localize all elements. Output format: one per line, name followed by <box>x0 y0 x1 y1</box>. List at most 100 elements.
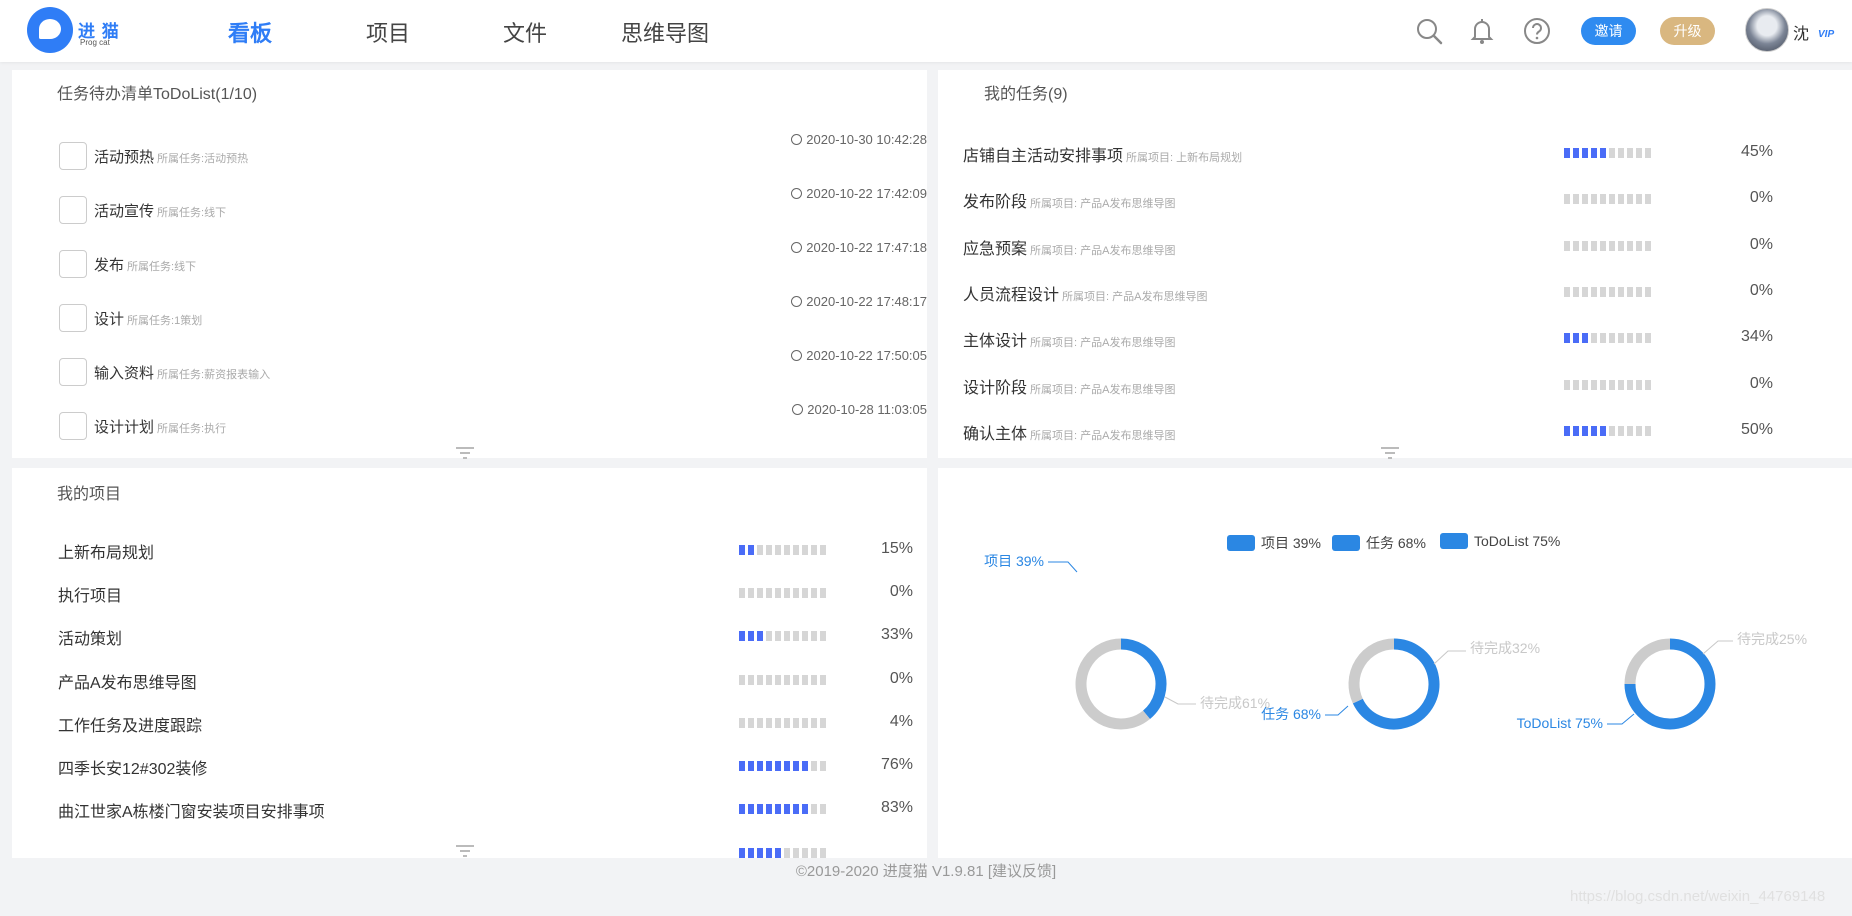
task-title: 店铺自主活动安排事项 <box>963 148 1124 165</box>
task-percent: 50% <box>1740 420 1773 438</box>
progress-segment <box>784 545 790 555</box>
task-name: 应急预案 所属项目: 产品A发布思维导图 <box>963 235 1175 259</box>
project-name: 执行项目 <box>58 588 123 606</box>
todo-item: 设计计划 所属任务:执行 2020-10-28 11:03:05 <box>47 402 927 442</box>
task-row[interactable]: 店铺自主活动安排事项 所属项目: 上新布局规划 45% <box>963 130 1843 170</box>
bell-icon[interactable] <box>1468 17 1496 45</box>
upgrade-button[interactable]: 升级 <box>1660 17 1715 45</box>
task-row[interactable]: 应急预案 所属项目: 产品A发布思维导图 0% <box>963 223 1843 263</box>
progress-segment <box>748 674 754 685</box>
progress-segment <box>1645 425 1651 436</box>
nav-projects[interactable]: 项目 <box>366 16 410 48</box>
progress-segment <box>1573 333 1579 344</box>
task-name: 确认主体 所属项目: 产品A发布思维导图 <box>963 420 1175 444</box>
filter-icon[interactable] <box>455 844 475 858</box>
progress-segment <box>757 588 763 599</box>
invite-button[interactable]: 邀请 <box>1581 17 1636 45</box>
project-row[interactable]: 上新布局规划 15% <box>47 531 927 567</box>
project-row-partial[interactable] <box>47 834 927 858</box>
progress-segment <box>784 804 790 815</box>
todo-name[interactable]: 设计计划 所属任务:执行 <box>94 416 226 437</box>
nav-dashboard[interactable]: 看板 <box>228 16 272 48</box>
avatar[interactable] <box>1745 8 1789 52</box>
progress-segment <box>1582 194 1588 205</box>
filter-icon[interactable] <box>1380 446 1400 460</box>
progress-bar <box>1564 379 1651 390</box>
project-row[interactable]: 四季长安12#302装修 76% <box>47 747 927 783</box>
progress-segment <box>1582 333 1588 344</box>
donut-todo-slice[interactable] <box>1624 638 1671 685</box>
task-percent: 0% <box>1749 235 1773 253</box>
progress-segment <box>820 588 826 599</box>
donut-todo-slice[interactable] <box>1348 638 1395 704</box>
progress-segment <box>748 545 754 555</box>
nav-mindmap[interactable]: 思维导图 <box>621 16 709 48</box>
label-leader-line <box>1702 640 1733 655</box>
progress-segment <box>811 717 817 728</box>
task-name: 人员流程设计 所属项目: 产品A发布思维导图 <box>963 281 1207 305</box>
progress-segment <box>1627 148 1633 158</box>
todo-name[interactable]: 设计 所属任务:1策划 <box>94 308 202 329</box>
todo-checkbox[interactable] <box>59 250 87 278</box>
progress-segment <box>784 848 790 858</box>
progress-bar <box>1564 286 1651 297</box>
task-percent: 0% <box>1749 189 1773 207</box>
todo-timestamp: 2020-10-22 17:47:18 <box>791 240 927 255</box>
todo-name[interactable]: 活动宣传 所属任务:线下 <box>94 200 226 221</box>
project-row[interactable]: 执行项目 0% <box>47 574 927 610</box>
progress-segment <box>766 631 772 642</box>
project-row[interactable]: 活动策划 33% <box>47 617 927 653</box>
project-name: 活动策划 <box>58 631 123 649</box>
search-icon[interactable] <box>1415 17 1443 45</box>
todo-timestamp: 2020-10-28 11:03:05 <box>792 402 927 417</box>
project-percent: 4% <box>889 712 913 730</box>
todo-checkbox[interactable] <box>59 412 87 440</box>
todo-parent-task: 所属任务:线下 <box>157 207 227 219</box>
todo-title: 输入资料 <box>94 365 155 382</box>
project-name: 四季长安12#302装修 <box>58 761 208 778</box>
task-title: 设计阶段 <box>963 379 1028 397</box>
donut-todo-slice[interactable] <box>1075 638 1150 730</box>
project-row[interactable]: 产品A发布思维导图 0% <box>47 661 927 697</box>
todo-name[interactable]: 输入资料 所属任务:薪资报表输入 <box>94 362 270 383</box>
my-projects-panel: 我的项目 上新布局规划 15% 执行项目 0% 活动策划 33% 产品A发布思维导图 0% 工作… <box>12 468 927 858</box>
progress-segment <box>820 674 826 685</box>
clock-icon <box>792 404 804 415</box>
progress-bar <box>1564 333 1651 344</box>
task-row[interactable]: 人员流程设计 所属项目: 产品A发布思维导图 0% <box>963 269 1843 309</box>
task-row[interactable]: 确认主体 所属项目: 产品A发布思维导图 50% <box>963 408 1843 448</box>
progress-segment <box>1645 333 1651 344</box>
progress-segment <box>802 674 808 685</box>
todo-title: 活动预热 <box>94 149 155 166</box>
progress-segment <box>739 717 745 728</box>
project-row[interactable]: 曲江世家A栋楼门窗安装项目安排事项 83% <box>47 790 927 826</box>
progress-segment <box>775 717 781 728</box>
project-row[interactable]: 工作任务及进度跟踪 4% <box>47 704 927 740</box>
progress-segment <box>1591 425 1597 436</box>
logo-icon[interactable] <box>27 7 73 53</box>
task-row[interactable]: 发布阶段 所属项目: 产品A发布思维导图 0% <box>963 176 1843 216</box>
filter-icon[interactable] <box>455 446 475 460</box>
todo-checkbox[interactable] <box>59 142 87 170</box>
todo-name[interactable]: 活动预热 所属任务:活动预热 <box>94 146 248 167</box>
progress-segment <box>1600 240 1606 251</box>
task-row[interactable]: 主体设计 所属项目: 产品A发布思维导图 34% <box>963 315 1843 355</box>
todo-parent-task: 所属任务:1策划 <box>127 315 203 327</box>
progress-segment <box>1564 333 1570 344</box>
todo-checkbox[interactable] <box>59 358 87 386</box>
progress-segment <box>775 545 781 555</box>
todo-name[interactable]: 发布 所属任务:线下 <box>94 254 196 275</box>
todo-checkbox[interactable] <box>59 196 87 224</box>
donut-done-slice[interactable] <box>1120 638 1167 720</box>
progress-bar <box>739 631 826 642</box>
progress-segment <box>775 761 781 771</box>
nav-files[interactable]: 文件 <box>503 16 547 48</box>
todo-checkbox[interactable] <box>59 304 87 332</box>
progress-segment <box>1645 148 1651 158</box>
task-row[interactable]: 设计阶段 所属项目: 产品A发布思维导图 0% <box>963 362 1843 402</box>
progress-segment <box>784 717 790 728</box>
progress-segment <box>1609 425 1615 436</box>
user-name[interactable]: 沈 <box>1793 20 1809 44</box>
help-icon[interactable] <box>1523 17 1551 45</box>
progress-bar <box>1564 425 1651 436</box>
